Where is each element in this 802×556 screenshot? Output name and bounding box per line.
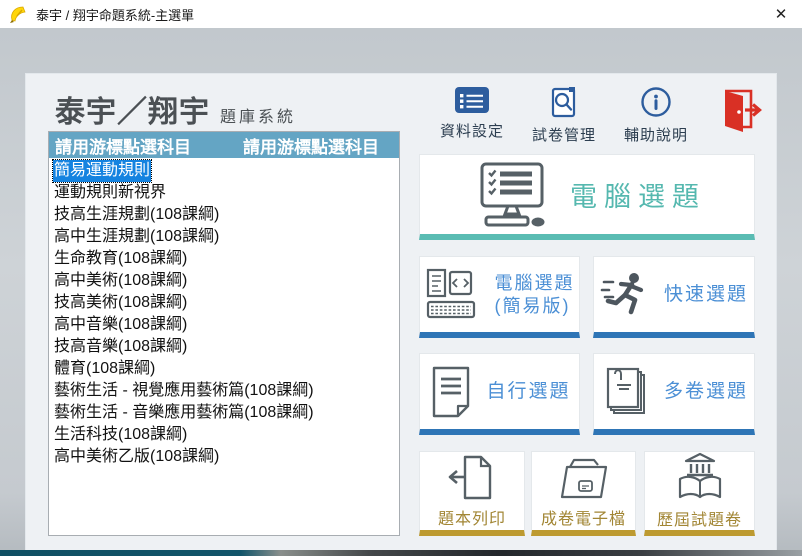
self-select-button[interactable]: 自行選題 [419,353,580,435]
window-bottom-edge [0,550,802,556]
subject-item[interactable]: 高中美術乙版(108課綱) [51,446,399,468]
subject-item[interactable]: 簡易運動規則 [51,160,399,182]
data-settings-label: 資料設定 [440,120,504,141]
simple-version-icon [425,268,483,322]
past-papers-button[interactable]: 歷屆試題卷 [644,451,755,536]
subject-item[interactable]: 生命教育(108課綱) [51,248,399,270]
print-booklet-button[interactable]: 題本列印 [419,451,525,536]
computer-checklist-icon [468,162,556,228]
subject-item[interactable]: 高中生涯規劃(108課綱) [51,226,399,248]
subject-item[interactable]: 體育(108課綱) [51,358,399,380]
exit-door-icon [716,88,762,132]
self-select-label: 自行選題 [486,380,570,403]
subject-list: 簡易運動規則 運動規則新視界 技高生涯規劃(108課綱) 高中生涯規劃(108課… [49,158,399,468]
archive-book-icon [673,452,727,502]
multi-select-button[interactable]: 多卷選題 [593,353,755,435]
multi-select-label: 多卷選題 [664,380,748,403]
subject-item[interactable]: 藝術生活 - 視覺應用藝術篇(108課綱) [51,380,399,402]
computer-select-simple-label: 電腦選題 (簡易版) [495,272,575,318]
close-button[interactable]: ✕ [766,0,796,28]
help-icon [639,86,673,120]
subject-item[interactable]: 技高音樂(108課綱) [51,336,399,358]
main-panel: 泰宇／翔宇 題庫系統 資料設定 [25,73,777,556]
subject-item[interactable]: 技高美術(108課綱) [51,292,399,314]
data-settings-icon [454,86,490,116]
subject-item[interactable]: 運動規則新視界 [51,182,399,204]
titlebar: 泰宇 / 翔宇命題系統-主選單 ✕ [0,0,802,28]
brand: 泰宇／翔宇 題庫系統 [55,87,296,131]
quick-select-button[interactable]: 快速選題 [593,256,755,338]
exam-efile-button[interactable]: 成卷電子檔 [531,451,636,536]
subject-listbox: 請用游標點選科目 請用游標點選科目 簡易運動規則 運動規則新視界 技高生涯規劃(… [48,131,400,536]
app-logo-icon [8,4,28,24]
document-icon [428,366,474,418]
quick-select-label: 快速選題 [664,283,748,306]
exam-management-button[interactable]: 試卷管理 [532,86,596,145]
exam-efile-label: 成卷電子檔 [541,505,626,529]
app-window: 泰宇 / 翔宇命題系統-主選單 ✕ 泰宇／翔宇 題庫系統 [0,0,802,556]
paper-stack-icon [600,365,652,419]
computer-select-button[interactable]: 電腦選題 [419,154,755,240]
subject-item[interactable]: 生活科技(108課綱) [51,424,399,446]
window-body: 泰宇／翔宇 題庫系統 資料設定 [0,28,802,556]
past-papers-label: 歷屆試題卷 [657,506,742,530]
print-export-icon [447,453,497,501]
runner-icon [600,270,652,320]
subject-item[interactable]: 高中音樂(108課綱) [51,314,399,336]
subject-header-left: 請用游標點選科目 [55,133,191,158]
exit-button[interactable] [716,88,762,137]
window-title: 泰宇 / 翔宇命題系統-主選單 [36,5,194,24]
subject-header-right: 請用游標點選科目 [243,133,379,158]
subject-item[interactable]: 高中美術(108課綱) [51,270,399,292]
subject-item[interactable]: 藝術生活 - 音樂應用藝術篇(108課綱) [51,402,399,424]
computer-select-label: 電腦選題 [570,175,706,214]
subject-item[interactable]: 技高生涯規劃(108課綱) [51,204,399,226]
help-button[interactable]: 輔助說明 [624,86,688,145]
data-settings-button[interactable]: 資料設定 [440,86,504,141]
brand-subtitle: 題庫系統 [220,103,296,127]
computer-select-simple-button[interactable]: 電腦選題 (簡易版) [419,256,580,338]
exam-management-label: 試卷管理 [532,124,596,145]
folder-icon [557,453,611,501]
subject-list-header: 請用游標點選科目 請用游標點選科目 [49,132,399,158]
brand-title: 泰宇／翔宇 [55,87,210,131]
exam-management-icon [547,86,581,120]
toolbar: 資料設定 試卷管理 [440,86,762,145]
help-label: 輔助說明 [624,124,688,145]
print-booklet-label: 題本列印 [438,505,506,529]
